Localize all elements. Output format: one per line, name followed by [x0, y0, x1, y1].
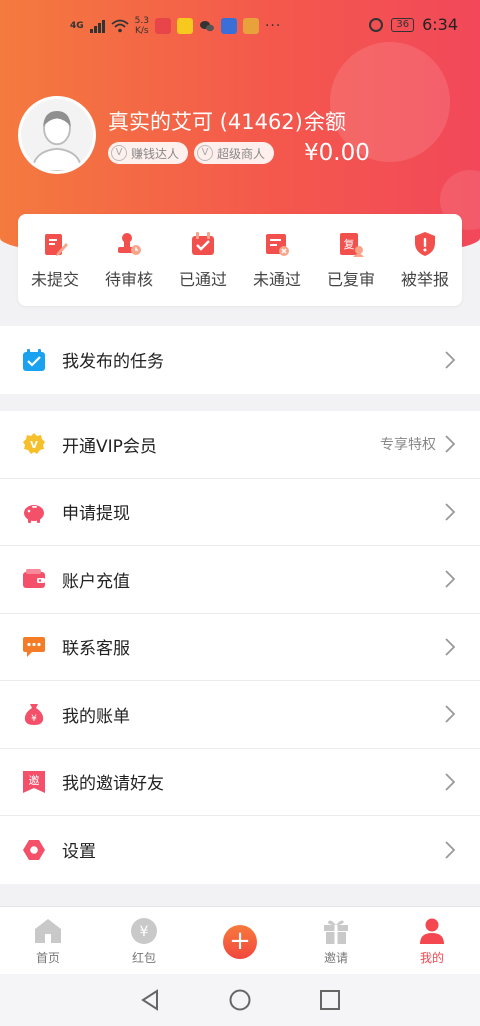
menu-my-published-tasks[interactable]: 我发布的任务: [0, 326, 480, 394]
status-approved[interactable]: 已通过: [168, 231, 238, 290]
network-speed: 5.3 K/s: [134, 16, 149, 36]
warning-shield-icon: [415, 231, 435, 256]
menu-invite-friends[interactable]: 邀 我的邀请好友: [0, 749, 480, 816]
chevron-right-icon: [445, 435, 456, 453]
status-bar: 4G 5.3 K/s ··· 36 6:34: [0, 0, 480, 54]
status-not-submitted[interactable]: 未提交: [20, 231, 90, 290]
menu-my-bills[interactable]: ¥ 我的账单: [0, 681, 480, 749]
menu-group-account: V 开通VIP会员 专享特权 申请提现 账户充值 联系客服 ¥ 我的账单 邀 我…: [0, 411, 480, 884]
app-notification-icon: [242, 18, 259, 34]
tab-invite[interactable]: 邀请: [288, 907, 384, 974]
back-icon[interactable]: [138, 988, 162, 1012]
gift-icon: [324, 920, 348, 944]
home-circle-icon[interactable]: [228, 988, 252, 1012]
wallet-icon: [23, 569, 45, 589]
badge-earner: V 赚钱达人: [108, 142, 189, 164]
menu-open-vip[interactable]: V 开通VIP会员 专享特权: [0, 411, 480, 479]
system-navigation-bar: [0, 974, 480, 1026]
battery-icon: 36: [391, 17, 415, 32]
chevron-right-icon: [445, 570, 456, 588]
chevron-right-icon: [445, 351, 456, 369]
bottom-tab-bar: 首页 ¥ 红包 + 邀请 我的: [0, 906, 480, 974]
avatar-placeholder-icon: [21, 99, 93, 171]
edit-doc-icon: [45, 233, 68, 256]
menu-group-tasks: 我发布的任务: [0, 326, 480, 394]
task-status-card: 未提交 待审核 已通过 未通过 复 已复审 被举报: [18, 214, 462, 306]
chevron-right-icon: [445, 503, 456, 521]
svg-text:¥: ¥: [140, 924, 149, 940]
balance-label: 余额: [304, 110, 346, 134]
svg-text:复: 复: [344, 237, 355, 251]
calendar-check-icon: [23, 348, 45, 371]
rejected-doc-icon: [266, 233, 289, 256]
calendar-check-icon: [192, 231, 214, 255]
network-type: 4G: [70, 21, 84, 31]
menu-withdraw[interactable]: 申请提现: [0, 479, 480, 546]
home-icon: [35, 919, 61, 943]
status-rereviewed[interactable]: 复 已复审: [316, 231, 386, 290]
status-reported[interactable]: 被举报: [390, 231, 460, 290]
username: 真实的艾可 (41462): [108, 110, 303, 134]
tab-red-packet[interactable]: ¥ 红包: [96, 907, 192, 974]
chat-bubble-icon: [23, 636, 45, 657]
menu-customer-service[interactable]: 联系客服: [0, 614, 480, 681]
v-badge-icon: V: [111, 145, 127, 161]
user-badges: V 赚钱达人 V 超级商人: [108, 142, 275, 164]
chevron-right-icon: [445, 638, 456, 656]
vip-privilege-text: 专享特权: [380, 437, 436, 454]
settings-hexagon-icon: [23, 839, 45, 860]
tab-home[interactable]: 首页: [0, 907, 96, 974]
badge-merchant: V 超级商人: [194, 142, 275, 164]
svg-text:¥: ¥: [31, 714, 37, 724]
chevron-right-icon: [445, 841, 456, 859]
recent-apps-icon[interactable]: [318, 988, 342, 1012]
plus-icon: +: [223, 925, 257, 959]
chevron-right-icon: [445, 773, 456, 791]
status-pending-review[interactable]: 待审核: [94, 231, 164, 290]
chevron-right-icon: [445, 705, 456, 723]
review-stamp-icon: [118, 232, 141, 255]
more-notifications-icon: ···: [264, 18, 282, 34]
app-notification-icon: [220, 18, 237, 34]
app-notification-icon: [176, 18, 193, 34]
svg-text:邀: 邀: [29, 773, 40, 787]
status-rejected[interactable]: 未通过: [242, 231, 312, 290]
tab-mine[interactable]: 我的: [384, 907, 480, 974]
clock-time: 6:34: [422, 15, 458, 34]
yuan-coin-icon: ¥: [131, 918, 157, 944]
menu-recharge[interactable]: 账户充值: [0, 546, 480, 614]
avatar[interactable]: [18, 96, 96, 174]
signal-icon: [89, 19, 105, 33]
wifi-icon: [111, 19, 129, 33]
user-icon: [420, 918, 444, 944]
alarm-icon: [369, 17, 384, 32]
invite-icon: 邀: [23, 770, 45, 793]
app-notification-icon: [154, 18, 171, 34]
re-review-icon: 复: [340, 232, 364, 257]
wechat-icon: [199, 21, 214, 32]
tab-publish[interactable]: +: [192, 907, 288, 974]
money-bag-icon: ¥: [24, 704, 44, 726]
balance-value: ¥0.00: [304, 140, 370, 166]
piggy-bank-icon: [24, 504, 44, 523]
menu-settings[interactable]: 设置: [0, 816, 480, 884]
v-badge-icon: V: [197, 145, 214, 161]
vip-badge-icon: V: [23, 433, 45, 455]
svg-text:V: V: [30, 440, 38, 451]
